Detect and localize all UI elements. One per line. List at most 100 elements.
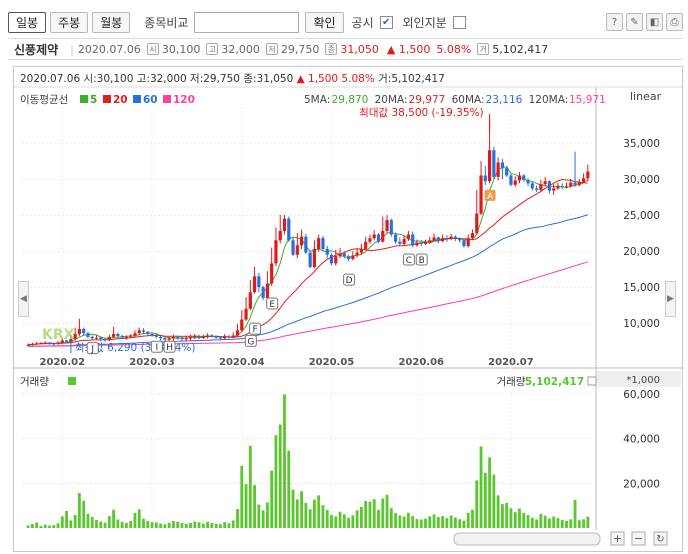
volume-bar	[398, 515, 402, 528]
price-volume-chart[interactable]: 2020.07.06 시:30,100 고:32,000 저:29,750 종:…	[14, 67, 682, 551]
volume-bar	[137, 509, 141, 528]
tab-weekly[interactable]: 주봉	[50, 11, 89, 33]
confirm-button[interactable]: 확인	[305, 11, 344, 33]
disclosure-checkbox[interactable]: ✔	[379, 15, 393, 29]
candle-body	[359, 248, 364, 253]
volume-bar	[206, 521, 209, 528]
candle-body	[547, 181, 552, 191]
volume-bar	[325, 509, 329, 528]
volume-bar	[586, 516, 590, 528]
chart-toolbar: 일봉 주봉 월봉 종목비교 확인 공시 ✔ 외인지분 ? ✎ ◧ ⎙	[8, 8, 683, 36]
volume-bar	[372, 499, 376, 528]
volume-bar	[415, 519, 419, 528]
candle-body	[436, 237, 440, 242]
candle-body	[312, 248, 317, 267]
candle-body	[496, 162, 500, 177]
draw-tool-icon[interactable]: ✎	[626, 13, 643, 31]
candle-body	[26, 344, 30, 346]
volume-bar	[381, 498, 385, 528]
candle-body	[270, 263, 274, 284]
candle-body	[150, 333, 154, 336]
event-marker-label-B: B	[419, 256, 425, 266]
foreign-ownership-checkbox[interactable]	[452, 15, 466, 29]
price-axis-label: 30,000	[623, 174, 660, 186]
layout-icon[interactable]: ◧	[646, 13, 663, 31]
candle-body	[86, 333, 90, 337]
volume-bar	[539, 513, 543, 528]
chart-area[interactable]: 2020.07.06 시:30,100 고:32,000 저:29,750 종:…	[13, 66, 683, 552]
volume-bar	[565, 520, 568, 528]
scroll-left-button[interactable]: ◀	[18, 281, 29, 317]
candle-body	[99, 337, 103, 340]
volume: 5,102,417	[492, 42, 549, 56]
volume-bar	[513, 512, 517, 528]
candle-body	[466, 238, 470, 247]
volume-bar	[201, 523, 205, 528]
tab-monthly[interactable]: 월봉	[92, 11, 131, 33]
candle-body	[193, 336, 197, 338]
event-marker-label-A: A	[487, 192, 494, 202]
volume-bar	[304, 502, 308, 528]
candle-body	[453, 236, 458, 239]
candle-body	[372, 234, 376, 239]
ma-swatch-20	[103, 95, 111, 103]
candle-body	[167, 338, 171, 340]
volume-bar	[291, 489, 295, 528]
candle-body	[411, 234, 415, 246]
volume-bar	[454, 517, 457, 528]
volume-bar	[402, 516, 406, 528]
ma-value-label-0: 5MA:	[304, 94, 330, 106]
price-info-part-2: 고:32,000	[137, 73, 190, 85]
volume-bar	[107, 516, 111, 528]
horizontal-scrollbar[interactable]	[453, 532, 601, 546]
candle-body	[505, 168, 509, 176]
candle-body	[543, 181, 547, 185]
candle-body	[530, 183, 534, 189]
volume-bar	[552, 516, 556, 528]
volume-bar	[436, 517, 440, 528]
candle-body	[244, 308, 248, 320]
volume-bar	[330, 514, 333, 528]
foreign-ownership-label: 외인지분	[402, 15, 447, 30]
volume-bar	[180, 523, 184, 528]
price-info-part-6: 1,500	[308, 73, 341, 85]
candle-body	[299, 236, 304, 246]
candle-body	[223, 336, 227, 339]
volume-bar	[120, 521, 124, 528]
event-marker-label-I: I	[155, 343, 158, 353]
price-axis-label: 20,000	[623, 246, 660, 258]
volume-bar	[112, 509, 115, 528]
volume-bar	[95, 519, 98, 528]
print-icon[interactable]: ⎙	[666, 13, 683, 31]
stock-chart-widget: 일봉 주봉 월봉 종목비교 확인 공시 ✔ 외인지분 ? ✎ ◧ ⎙ 신풍제약 …	[0, 0, 688, 554]
candle-body	[210, 335, 214, 337]
compare-label: 종목비교	[144, 15, 189, 30]
help-icon[interactable]: ?	[606, 13, 623, 31]
candle-body	[111, 333, 116, 337]
candle-body	[282, 218, 287, 231]
ma-legend-120: 120	[173, 94, 195, 106]
ma-legend-20: 20	[113, 94, 128, 106]
compare-stock-input[interactable]	[194, 11, 300, 33]
volume-bar	[543, 515, 547, 528]
volume-bar	[146, 521, 150, 528]
candle-body	[163, 338, 167, 340]
candle-body	[231, 335, 235, 337]
stock-date: 2020.07.06	[77, 42, 141, 56]
candle-body	[184, 338, 188, 340]
price-axis-label: 15,000	[623, 282, 660, 294]
volume-bar	[488, 457, 491, 528]
candle-body	[376, 234, 381, 242]
volume-bar	[432, 514, 436, 528]
volume-bar	[535, 519, 538, 528]
volume-bar	[52, 525, 56, 528]
candle-body	[389, 220, 393, 235]
volume-bar	[483, 472, 487, 528]
scroll-right-button[interactable]: ▶	[665, 281, 676, 317]
volume-bar	[471, 509, 474, 528]
volume-bar	[501, 504, 504, 528]
candle-body	[90, 336, 94, 339]
price-info-header: 2020.07.06 시:30,100 고:32,000 저:29,750 종:…	[20, 73, 445, 85]
tab-daily[interactable]: 일봉	[8, 11, 47, 33]
candle-body	[291, 240, 295, 255]
